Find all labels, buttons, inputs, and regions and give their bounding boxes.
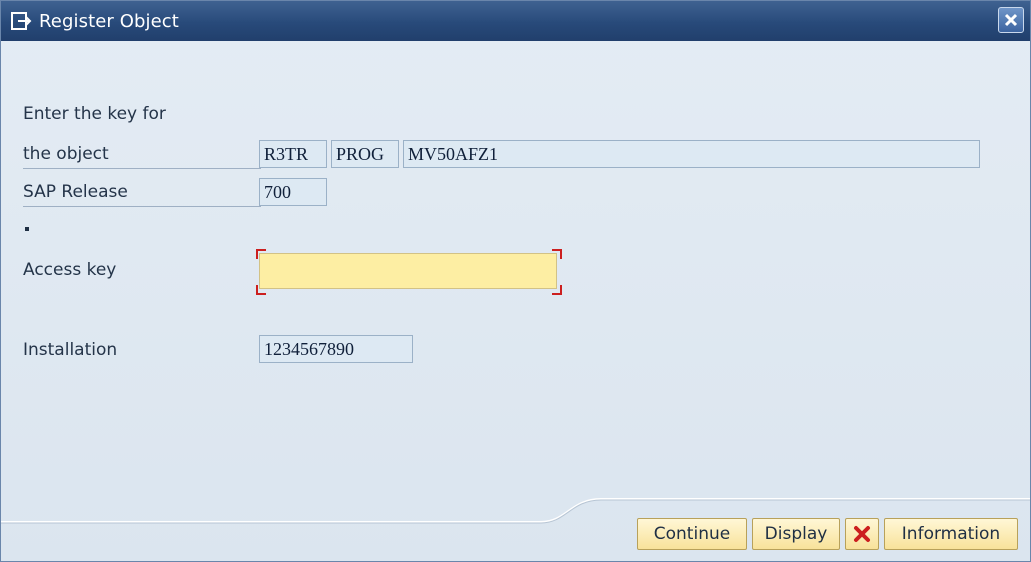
continue-button[interactable]: Continue: [637, 518, 747, 550]
sap-release-label: SAP Release: [23, 182, 261, 207]
close-button[interactable]: [998, 7, 1024, 33]
register-object-dialog: Register Object Enter the key for the ob…: [0, 0, 1031, 562]
object-type-field: PROG: [331, 140, 399, 168]
dialog-icon: [9, 9, 33, 33]
title-bar: Register Object: [1, 1, 1030, 41]
cancel-icon: [854, 526, 870, 542]
installation-field: 1234567890: [259, 335, 413, 363]
display-button[interactable]: Display: [752, 518, 840, 550]
cancel-button[interactable]: [845, 518, 879, 550]
separator-dot: [25, 227, 29, 231]
object-key-label-line1: Enter the key for: [23, 104, 166, 124]
sap-release-field: 700: [259, 178, 327, 206]
program-id-field: R3TR: [259, 140, 327, 168]
close-icon: [1004, 13, 1018, 27]
information-button[interactable]: Information: [884, 518, 1018, 550]
object-key-label-line2: the object: [23, 144, 261, 169]
access-key-label: Access key: [23, 260, 117, 280]
required-marker: [552, 285, 562, 295]
object-name-field: MV50AFZ1: [403, 140, 980, 168]
required-marker: [552, 249, 562, 259]
required-marker: [256, 285, 266, 295]
installation-label: Installation: [23, 340, 118, 360]
access-key-input[interactable]: [259, 253, 557, 289]
required-marker: [256, 249, 266, 259]
dialog-title: Register Object: [39, 10, 179, 32]
